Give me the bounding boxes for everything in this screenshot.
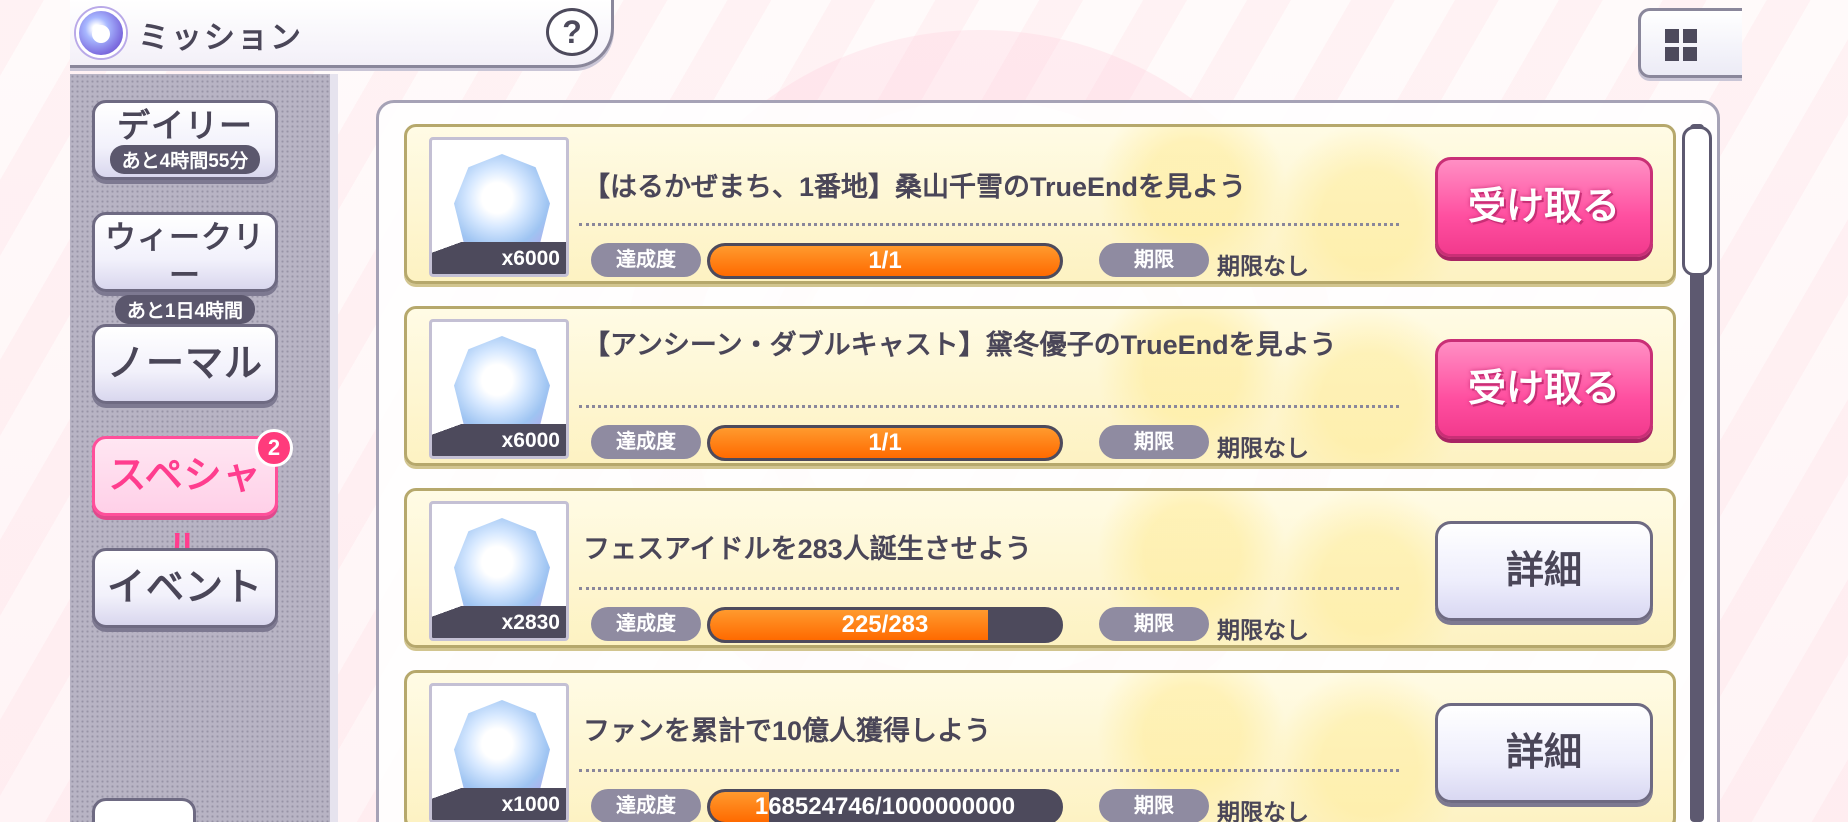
progress-value: 1/1 <box>868 247 902 274</box>
mission-title: ファンを累計で10億人獲得しよう <box>583 716 992 746</box>
grid-icon <box>1683 47 1697 61</box>
grid-icon <box>1665 47 1679 61</box>
reward-thumbnail: x6000 <box>429 319 569 459</box>
sidebar: デイリー あと4時間55分 ウィークリー あと1日4時間 ノーマル スペシャル … <box>70 74 338 822</box>
progress-bar: 1/1 <box>707 243 1063 279</box>
mission-icon <box>76 8 126 58</box>
mission-card: x1000 ファンを累計で10億人獲得しよう 達成度 168524746/100… <box>404 670 1676 822</box>
grid-icon <box>1683 29 1697 43</box>
tab-daily-timer: あと4時間55分 <box>109 145 261 174</box>
deadline-value: 期限なし <box>1217 253 1309 279</box>
deadline-label: 期限 <box>1099 425 1209 459</box>
mission-card: x6000 【はるかぜまち、1番地】桑山千雪のTrueEndを見よう 達成度 1… <box>404 124 1676 284</box>
grid-icon <box>1665 29 1679 43</box>
deadline-value: 期限なし <box>1217 435 1309 461</box>
header-bar: ミッション ? <box>70 0 614 68</box>
progress-value: 225/283 <box>841 611 929 638</box>
menu-grid-button[interactable] <box>1638 8 1742 78</box>
notification-badge: 2 <box>255 429 293 467</box>
page-title: ミッション <box>138 20 303 55</box>
help-button[interactable]: ? <box>546 8 598 56</box>
progress-value: 168524746/1000000000 <box>754 793 1016 820</box>
tab-extra-partial[interactable] <box>92 798 196 822</box>
detail-button[interactable]: 詳細 <box>1435 703 1653 803</box>
claim-button[interactable]: 受け取る <box>1435 339 1653 439</box>
tab-weekly-label: ウィークリー <box>105 220 265 293</box>
tab-daily[interactable]: デイリー あと4時間55分 <box>92 100 278 180</box>
mission-card: x6000 【アンシーン・ダブルキャスト】黛冬優子のTrueEndを見よう 達成… <box>404 306 1676 466</box>
deadline-label: 期限 <box>1099 243 1209 277</box>
progress-label: 達成度 <box>591 243 701 277</box>
reward-thumbnail: x1000 <box>429 683 569 822</box>
deadline-label: 期限 <box>1099 789 1209 822</box>
reward-quantity: x6000 <box>432 424 566 456</box>
deadline-label: 期限 <box>1099 607 1209 641</box>
deadline-value: 期限なし <box>1217 617 1309 643</box>
scrollbar-thumb[interactable] <box>1682 126 1712 276</box>
claim-button[interactable]: 受け取る <box>1435 157 1653 257</box>
divider <box>579 769 1399 772</box>
mission-card: x2830 フェスアイドルを283人誕生させよう 達成度 225/283 期限 … <box>404 488 1676 648</box>
divider <box>579 405 1399 408</box>
mission-title: 【アンシーン・ダブルキャスト】黛冬優子のTrueEndを見よう <box>583 330 1337 360</box>
reward-quantity: x6000 <box>432 242 566 274</box>
divider <box>579 587 1399 590</box>
tab-special[interactable]: スペシャル 2 <box>92 429 293 571</box>
progress-value: 1/1 <box>868 429 902 456</box>
tab-event-label: イベント <box>106 567 263 609</box>
progress-bar: 168524746/1000000000 <box>707 789 1063 822</box>
detail-button[interactable]: 詳細 <box>1435 521 1653 621</box>
reward-quantity: x2830 <box>432 606 566 638</box>
progress-label: 達成度 <box>591 789 701 822</box>
tab-normal-label: ノーマル <box>106 343 263 385</box>
mission-title: 【はるかぜまち、1番地】桑山千雪のTrueEndを見よう <box>583 172 1247 202</box>
tab-weekly-timer: あと1日4時間 <box>114 295 256 324</box>
progress-label: 達成度 <box>591 607 701 641</box>
tab-event[interactable]: イベント <box>92 548 278 628</box>
tab-normal[interactable]: ノーマル <box>92 324 278 404</box>
progress-bar: 1/1 <box>707 425 1063 461</box>
progress-bar: 225/283 <box>707 607 1063 643</box>
mission-title: フェスアイドルを283人誕生させよう <box>583 534 1032 564</box>
divider <box>579 223 1399 226</box>
reward-thumbnail: x6000 <box>429 137 569 277</box>
tab-daily-label: デイリー <box>117 107 253 144</box>
tab-weekly[interactable]: ウィークリー あと1日4時間 <box>92 212 278 324</box>
deadline-value: 期限なし <box>1217 799 1309 822</box>
reward-quantity: x1000 <box>432 788 566 820</box>
progress-label: 達成度 <box>591 425 701 459</box>
reward-thumbnail: x2830 <box>429 501 569 641</box>
